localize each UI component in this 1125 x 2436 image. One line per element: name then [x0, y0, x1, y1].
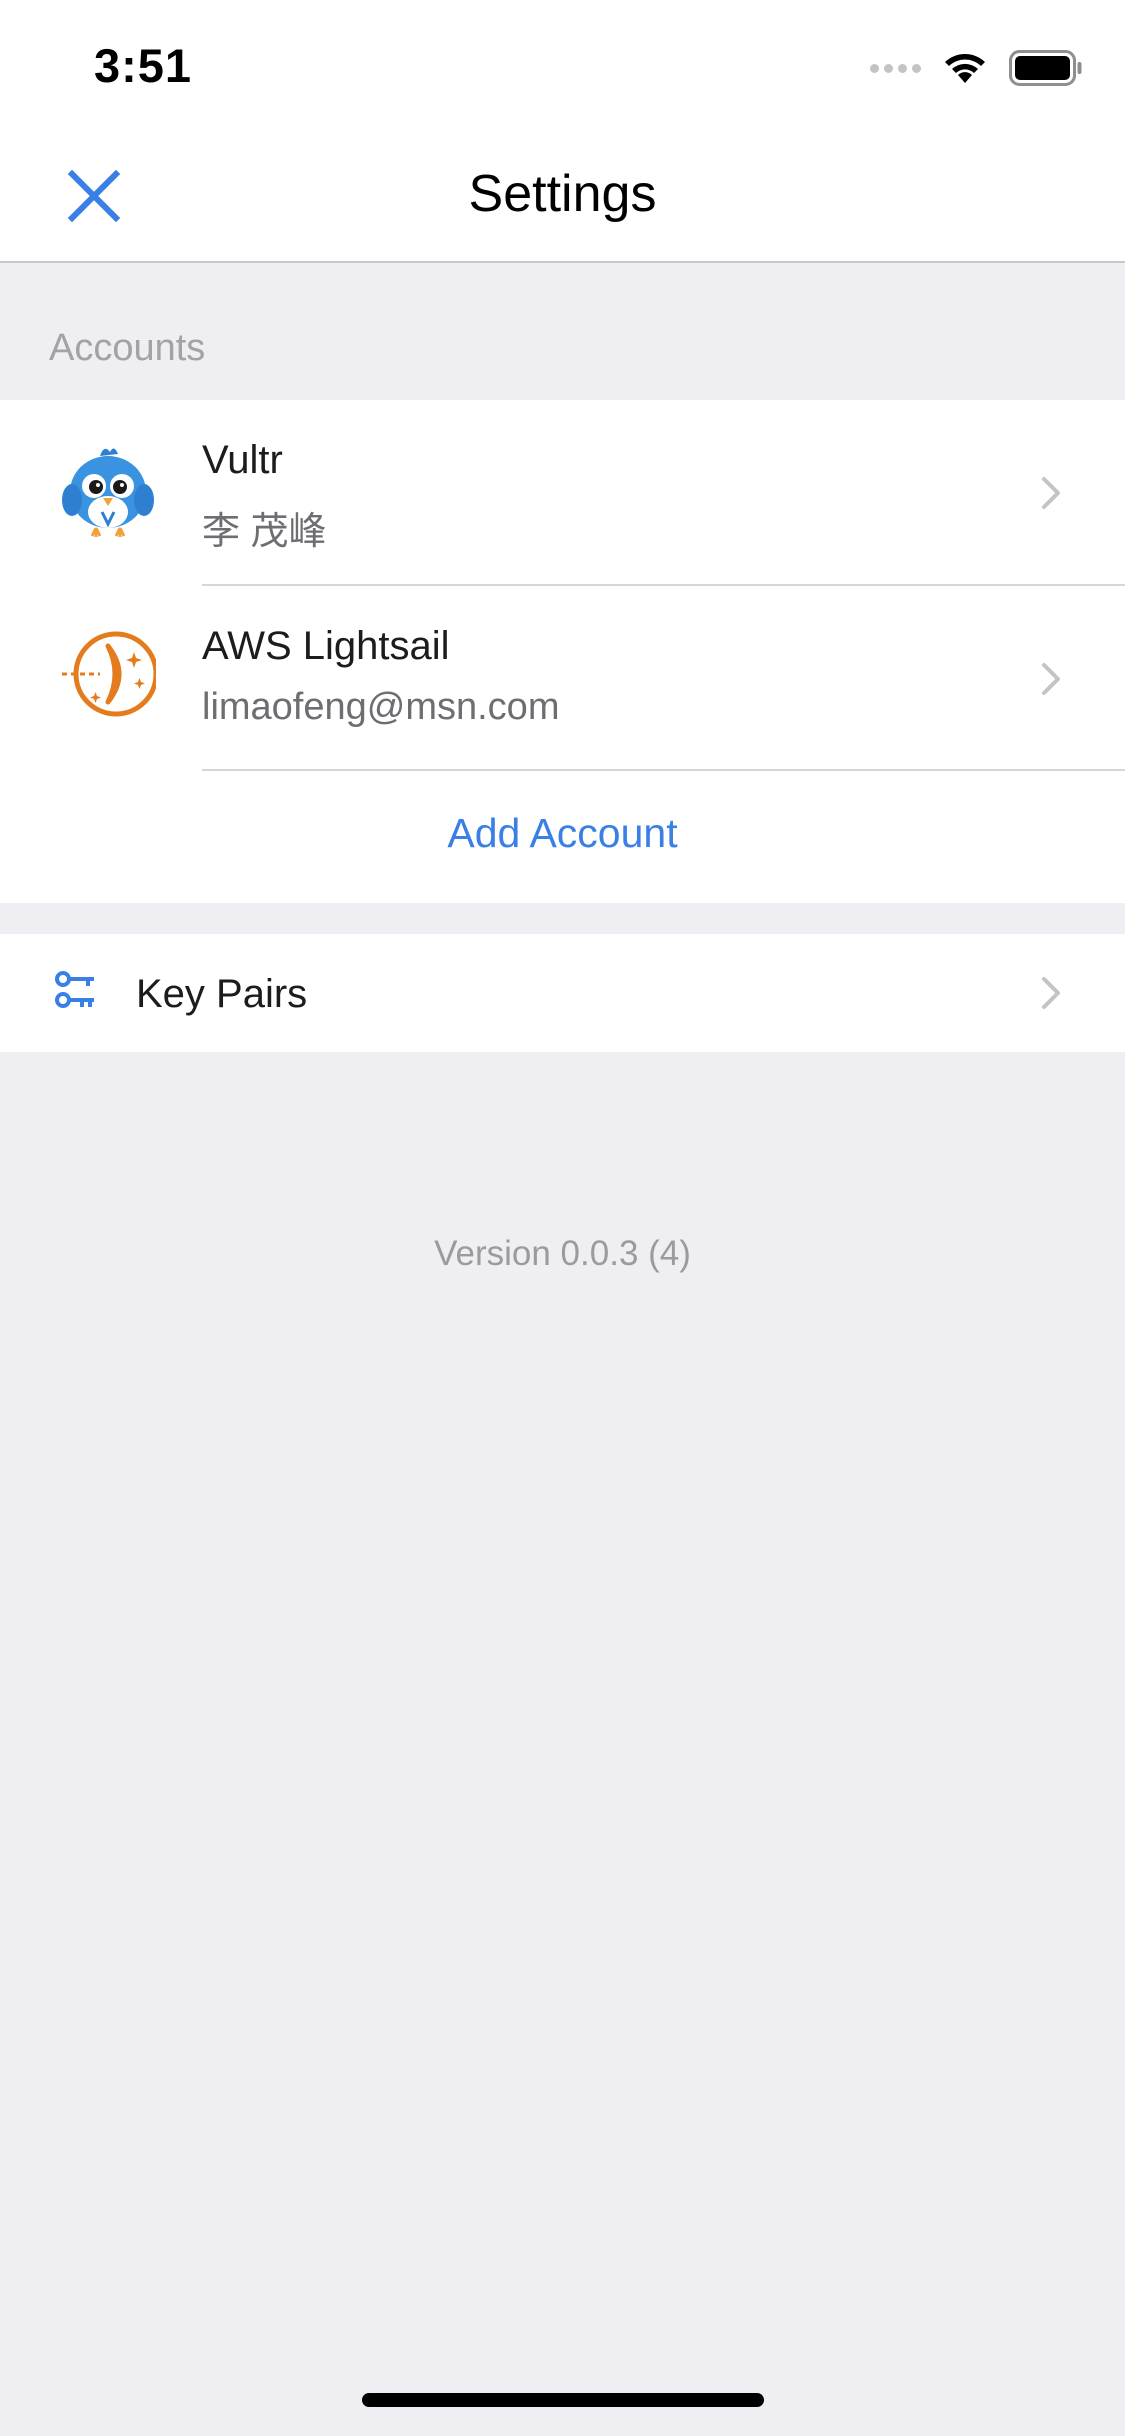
chevron-right-icon — [1042, 477, 1060, 509]
key-icon — [55, 971, 94, 1008]
vultr-bird-logo-icon — [62, 448, 154, 537]
key-pairs-label: Key Pairs — [136, 972, 308, 1016]
row-divider — [202, 769, 1125, 771]
add-account-button[interactable]: Add Account — [0, 810, 1125, 857]
top-bar: 3:51 Settings — [0, 0, 1125, 263]
chevron-right-icon — [1042, 663, 1060, 695]
key-pairs-row[interactable]: Key Pairs — [0, 934, 1125, 1052]
accounts-section-header: Accounts — [49, 327, 206, 369]
account-row-aws-lightsail[interactable]: AWS Lightsail limaofeng@msn.com — [0, 586, 1125, 772]
settings-screen: 3:51 Settings Accounts Vultr 李 茂峰 AWS Li… — [0, 0, 1125, 2436]
home-indicator[interactable] — [362, 2393, 764, 2407]
page-title: Settings — [468, 165, 657, 223]
status-icons — [870, 46, 1083, 90]
status-time: 3:51 — [94, 39, 193, 92]
aws-lightsail-logo-icon — [62, 631, 156, 717]
cellular-signal-icon — [870, 63, 921, 73]
chevron-right-icon — [1042, 977, 1060, 1009]
wifi-icon — [945, 54, 985, 83]
battery-icon — [1009, 50, 1082, 86]
version-label: Version 0.0.3 (4) — [434, 1234, 691, 1273]
accounts-list: Vultr 李 茂峰 AWS Lightsail limaofeng@msn.c… — [0, 400, 1125, 903]
account-subtitle: limaofeng@msn.com — [202, 686, 560, 728]
account-subtitle: 李 茂峰 — [202, 511, 327, 553]
account-name: AWS Lightsail — [202, 624, 450, 668]
account-name: Vultr — [202, 438, 283, 482]
account-row-vultr[interactable]: Vultr 李 茂峰 — [0, 400, 1125, 586]
